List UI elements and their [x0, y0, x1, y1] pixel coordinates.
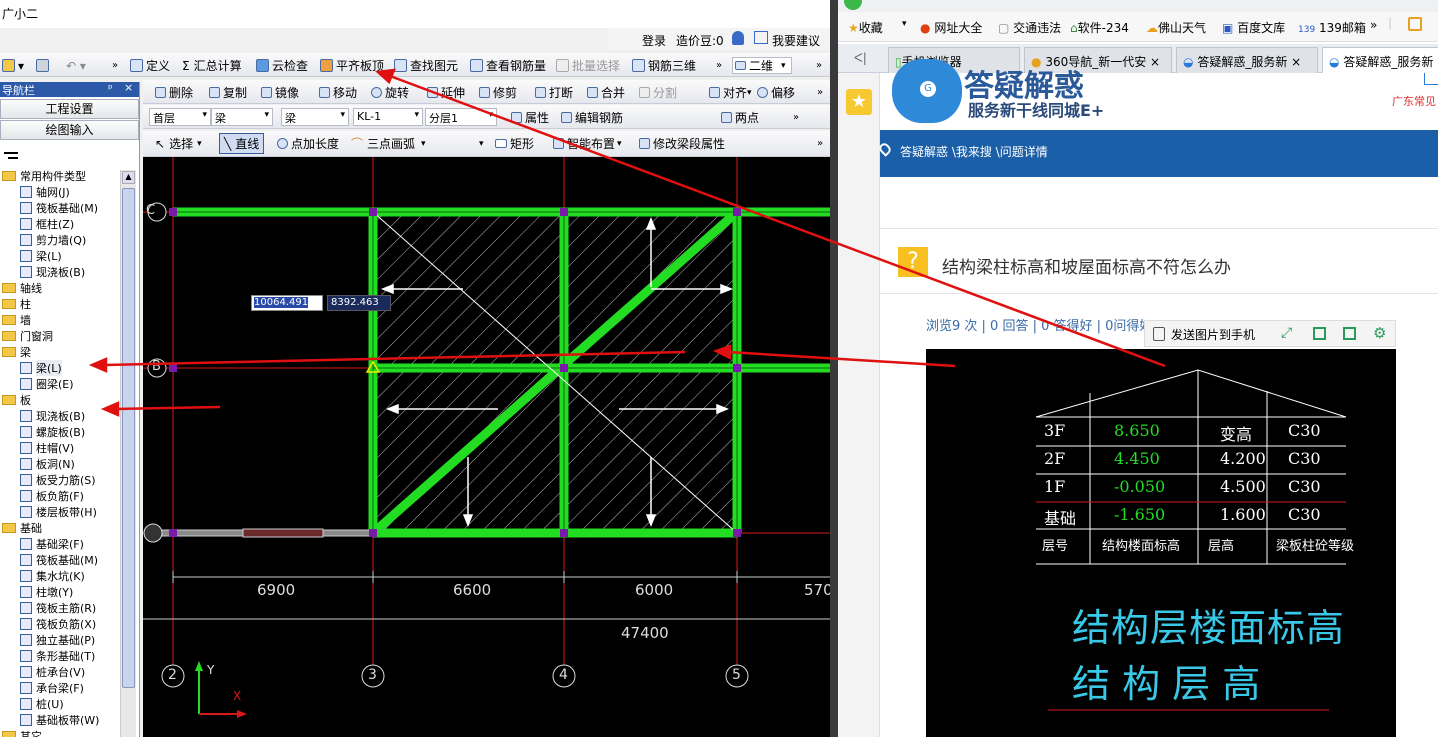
- annotation-arrows: [88, 68, 1166, 417]
